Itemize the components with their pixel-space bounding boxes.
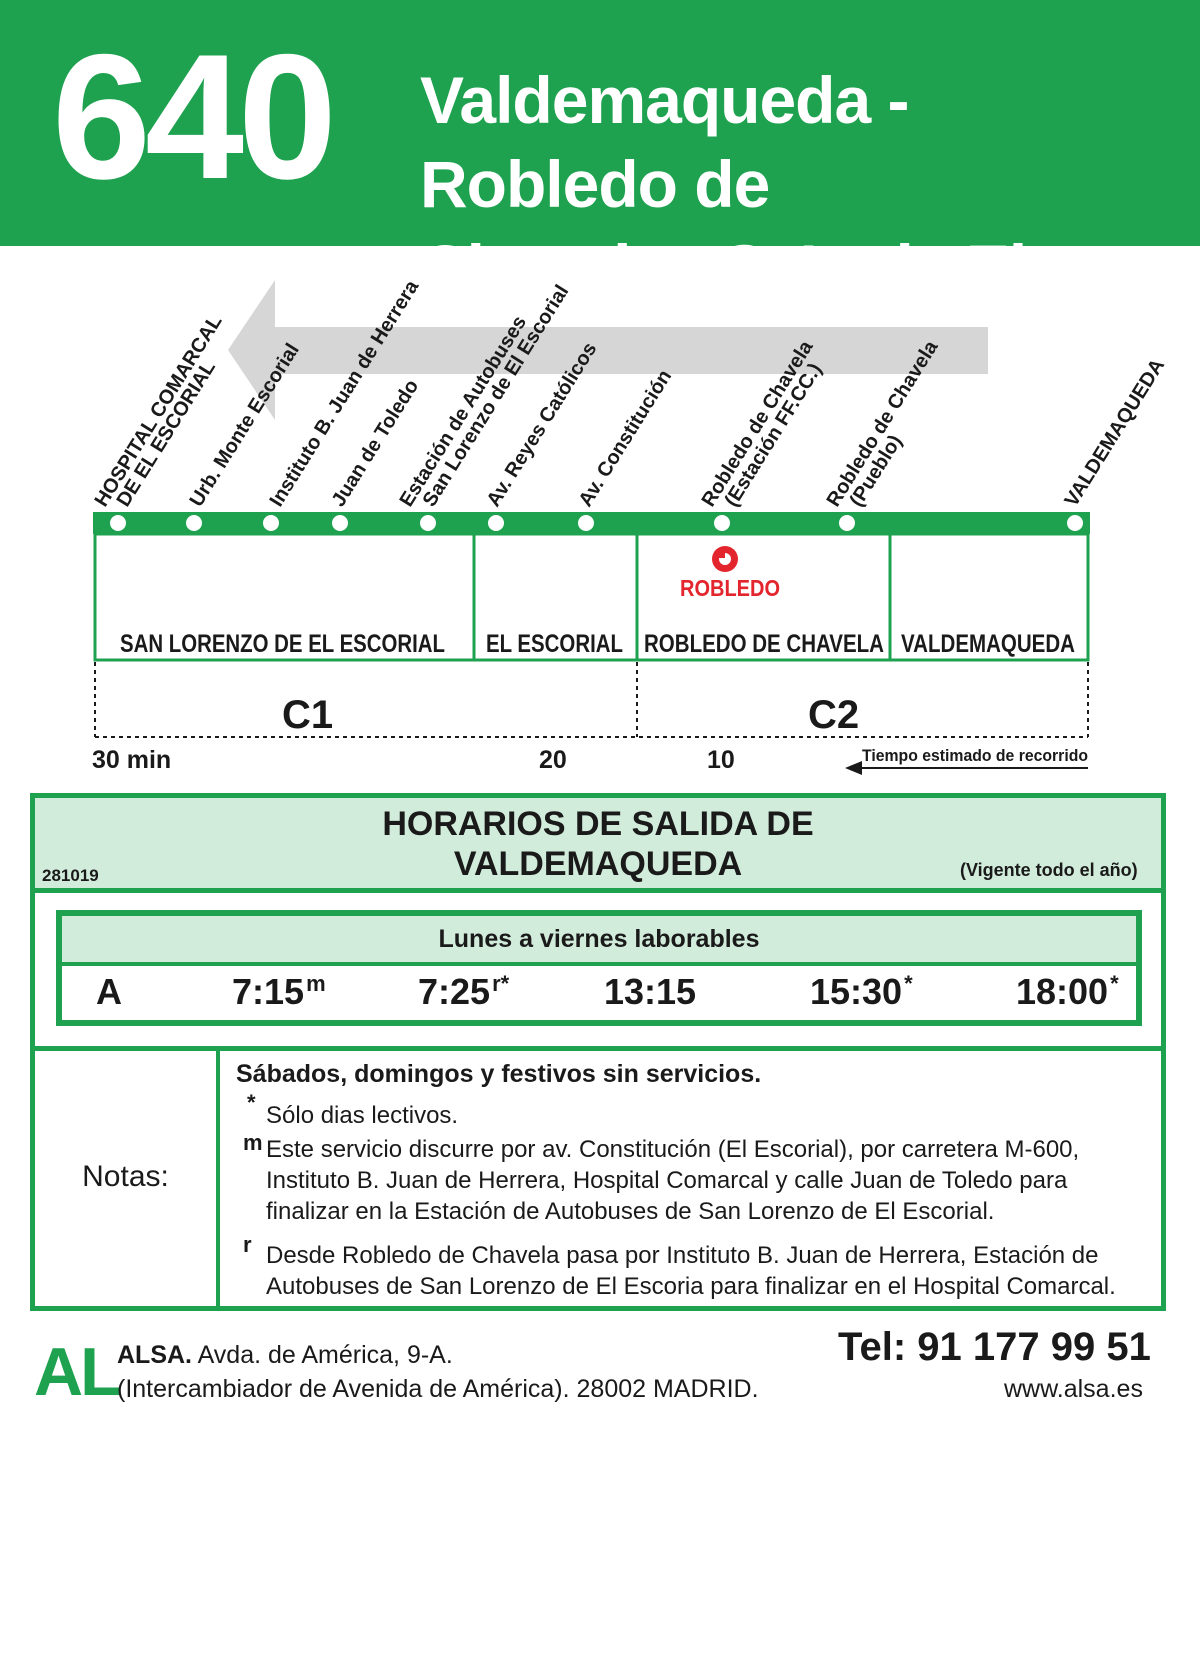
departure-time-value: 13:15: [604, 971, 697, 1012]
note-line: Desde Robledo de Chavela pasa por Instit…: [266, 1242, 1099, 1269]
note-text: Este servicio discurre por av. Constituc…: [266, 1134, 1146, 1227]
stop-dot: [186, 515, 202, 531]
departure-mark: r*: [492, 971, 510, 996]
stop-dot: [488, 515, 504, 531]
phone-number: Tel: 91 177 99 51: [838, 1325, 1151, 1369]
stop-dot: [110, 515, 126, 531]
stop-dot: [263, 515, 279, 531]
zone-label: SAN LORENZO DE EL ESCORIAL: [120, 630, 445, 658]
schedule-code: 281019: [42, 866, 99, 885]
notes-headline: Sábados, domingos y festivos sin servici…: [236, 1060, 762, 1088]
stop-dot: [578, 515, 594, 531]
notes-divider: [35, 1046, 1161, 1051]
departure-time: 7:15m: [232, 971, 326, 1012]
travel-time-legend: Tiempo estimado de recorrido: [862, 746, 1088, 765]
fare-zone-boxes: [94, 662, 1089, 738]
departure-time: 15:30*: [810, 971, 913, 1012]
notes-label: Notas:: [82, 1160, 169, 1193]
note-line: Autobuses de San Lorenzo de El Escoria p…: [266, 1273, 1116, 1300]
row-label: A: [96, 971, 122, 1012]
travel-time: 30 min: [92, 746, 171, 774]
stop-dot: [714, 515, 730, 531]
note-line: Instituto B. Juan de Herrera, Hospital C…: [266, 1167, 1068, 1194]
al-logo: AL: [34, 1334, 122, 1410]
departure-time-value: 7:15: [232, 971, 305, 1012]
stop-dot: [839, 515, 855, 531]
note-line: finalizar en la Estación de Autobuses de…: [266, 1198, 995, 1225]
address-line1: ALSA. Avda. de América, 9-A.: [117, 1341, 453, 1370]
note-mark: m: [243, 1130, 263, 1155]
departure-mark: *: [904, 971, 913, 996]
schedule-validity: (Vigente todo el año): [960, 860, 1138, 880]
stop-dot: [332, 515, 348, 531]
address-line2: (Intercambiador de Avenida de América). …: [117, 1375, 759, 1403]
departure-time: 18:00*: [1016, 971, 1119, 1012]
website-link[interactable]: www.alsa.es: [1004, 1375, 1143, 1404]
note-mark: r: [243, 1232, 252, 1257]
departure-time-value: 15:30: [810, 971, 903, 1012]
departure-time: 13:15: [604, 972, 696, 1012]
robledo-logo-icon: [712, 546, 738, 572]
notes-column-divider: [216, 1051, 220, 1306]
departure-time-value: 18:00: [1016, 971, 1109, 1012]
departure-time-value: 7:25: [418, 971, 491, 1012]
zone-label: ROBLEDO DE CHAVELA: [644, 630, 884, 658]
address-street: Avda. de América, 9-A.: [197, 1341, 453, 1369]
fare-zone-label: C2: [808, 693, 859, 737]
robledo-badge-text: ROBLEDO: [680, 575, 780, 601]
departure-mark: m: [306, 971, 326, 996]
route-diagram: HOSPITAL COMARCAL DE EL ESCORIAL Urb. Mo…: [91, 276, 1170, 775]
note-line: Sólo dias lectivos.: [266, 1102, 459, 1129]
company-name: ALSA.: [117, 1341, 192, 1369]
departure-mark: *: [1110, 971, 1119, 996]
zone-label: EL ESCORIAL: [486, 630, 623, 658]
days-label: Lunes a viernes laborables: [62, 916, 1136, 966]
departure-row: A 7:15m 7:25r* 13:15 15:30* 18:00*: [62, 966, 1136, 1020]
departure-time: 7:25r*: [418, 971, 510, 1012]
note-text: Desde Robledo de Chavela pasa por Instit…: [266, 1240, 1146, 1302]
stop-label: VALDEMAQUEDA: [1061, 355, 1170, 511]
stop-dot: [1067, 515, 1083, 531]
zone-label: VALDEMAQUEDA: [901, 630, 1075, 658]
travel-time: 20: [539, 746, 567, 774]
stop-label: Av. Constitución: [575, 366, 677, 511]
travel-time: 10: [707, 746, 735, 774]
route-name-line1: Valdemaqueda - Robledo de: [420, 63, 910, 221]
schedule-title-line1: HORARIOS DE SALIDA DE: [382, 805, 814, 843]
route-number: 640: [52, 17, 337, 216]
note-mark: *: [247, 1090, 256, 1115]
note-text: Sólo dias lectivos.: [266, 1100, 1146, 1131]
fare-zone-label: C1: [282, 693, 333, 737]
note-line: Este servicio discurre por av. Constituc…: [266, 1136, 1080, 1163]
stop-dot: [420, 515, 436, 531]
